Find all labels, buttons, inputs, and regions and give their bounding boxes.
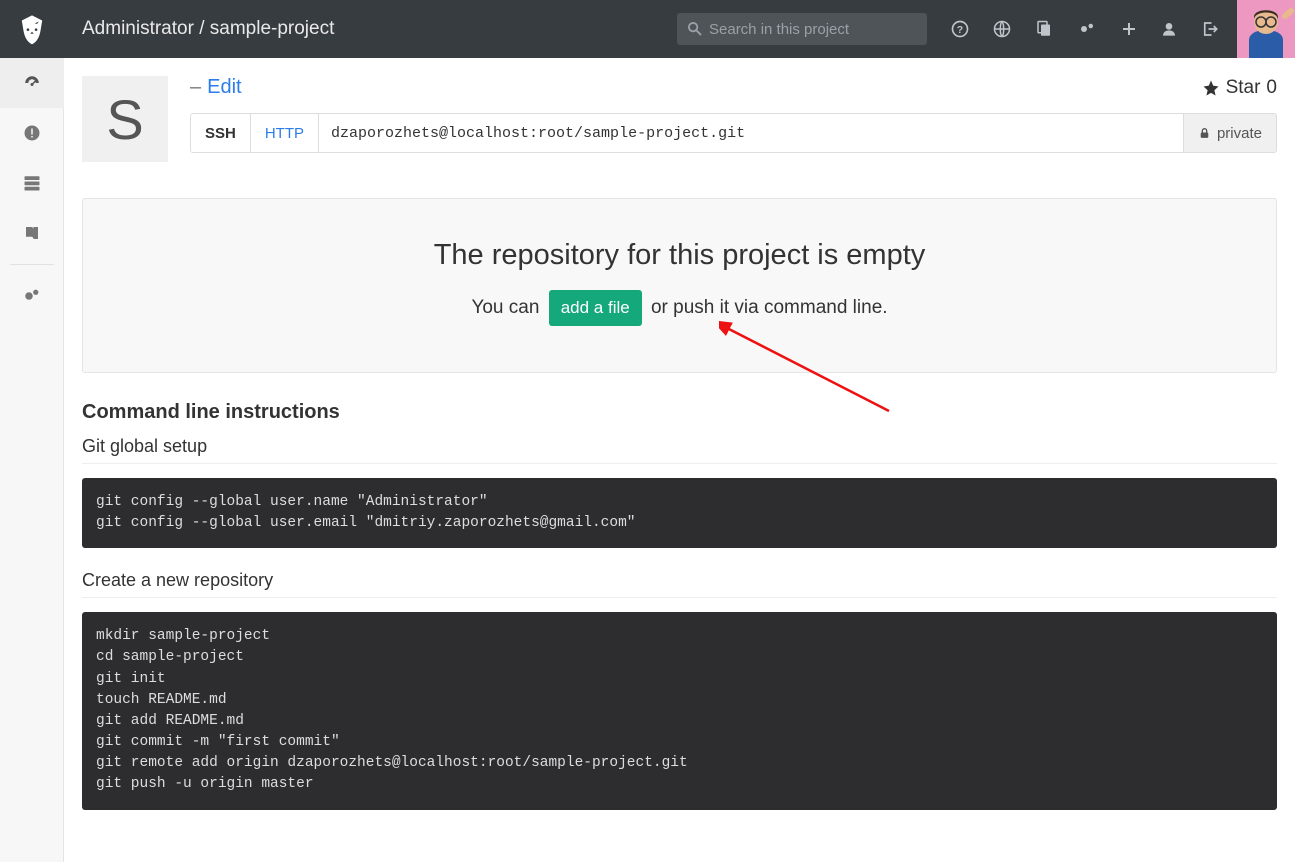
- signout-icon[interactable]: [1201, 20, 1219, 38]
- star-label: Star: [1226, 77, 1261, 99]
- copy-icon[interactable]: [1035, 20, 1053, 38]
- help-icon[interactable]: ?: [951, 20, 969, 38]
- ssh-tab[interactable]: SSH: [191, 114, 251, 152]
- star-count: 0: [1266, 77, 1277, 99]
- top-nav: Administrator / sample-project ?: [0, 0, 1295, 58]
- sidebar-item-dashboard[interactable]: [0, 58, 64, 108]
- star-button[interactable]: Star 0: [1202, 77, 1277, 99]
- app-logo[interactable]: [0, 0, 64, 58]
- user-icon[interactable]: [1161, 20, 1177, 38]
- visibility-label: private: [1217, 125, 1262, 142]
- global-setup-heading: Git global setup: [82, 436, 1277, 464]
- sidebar-separator: [10, 264, 54, 265]
- empty-pre: You can: [471, 297, 539, 318]
- create-repo-heading: Create a new repository: [82, 570, 1277, 598]
- create-repo-code[interactable]: mkdir sample-project cd sample-project g…: [82, 612, 1277, 809]
- search-icon: [687, 21, 702, 39]
- search-input[interactable]: [677, 13, 927, 45]
- edit-link[interactable]: Edit: [207, 76, 241, 99]
- project-avatar: S: [82, 76, 168, 162]
- clone-row: SSH HTTP dzaporozhets@localhost:root/sam…: [190, 113, 1277, 153]
- star-icon: [1202, 79, 1220, 97]
- sidebar-item-servers[interactable]: [0, 158, 64, 208]
- globe-icon[interactable]: [993, 20, 1011, 38]
- svg-text:?: ?: [957, 24, 963, 36]
- empty-title: The repository for this project is empty: [103, 239, 1256, 272]
- user-avatar[interactable]: [1237, 0, 1295, 58]
- left-sidebar: [0, 58, 64, 862]
- sidebar-item-issues[interactable]: [0, 108, 64, 158]
- add-file-button[interactable]: add a file: [549, 290, 642, 326]
- clone-url[interactable]: dzaporozhets@localhost:root/sample-proje…: [319, 114, 1183, 152]
- lock-icon: [1198, 126, 1211, 140]
- header-actions: ?: [951, 20, 1219, 38]
- visibility-badge: private: [1183, 114, 1276, 152]
- empty-post: or push it via command line.: [651, 297, 888, 318]
- project-desc-dash: –: [190, 76, 201, 99]
- sidebar-item-settings[interactable]: [0, 271, 64, 321]
- sidebar-item-wiki[interactable]: [0, 208, 64, 258]
- search-wrap: [677, 13, 927, 45]
- gears-icon[interactable]: [1077, 20, 1097, 38]
- main-content: S – Edit Star 0 SSH HTTP dzaporozhets@lo…: [64, 58, 1295, 862]
- cli-heading: Command line instructions: [82, 401, 1277, 424]
- breadcrumb[interactable]: Administrator / sample-project: [82, 18, 677, 40]
- empty-repo-panel: The repository for this project is empty…: [82, 198, 1277, 373]
- global-setup-code[interactable]: git config --global user.name "Administr…: [82, 478, 1277, 548]
- http-tab[interactable]: HTTP: [251, 114, 319, 152]
- plus-icon[interactable]: [1121, 21, 1137, 37]
